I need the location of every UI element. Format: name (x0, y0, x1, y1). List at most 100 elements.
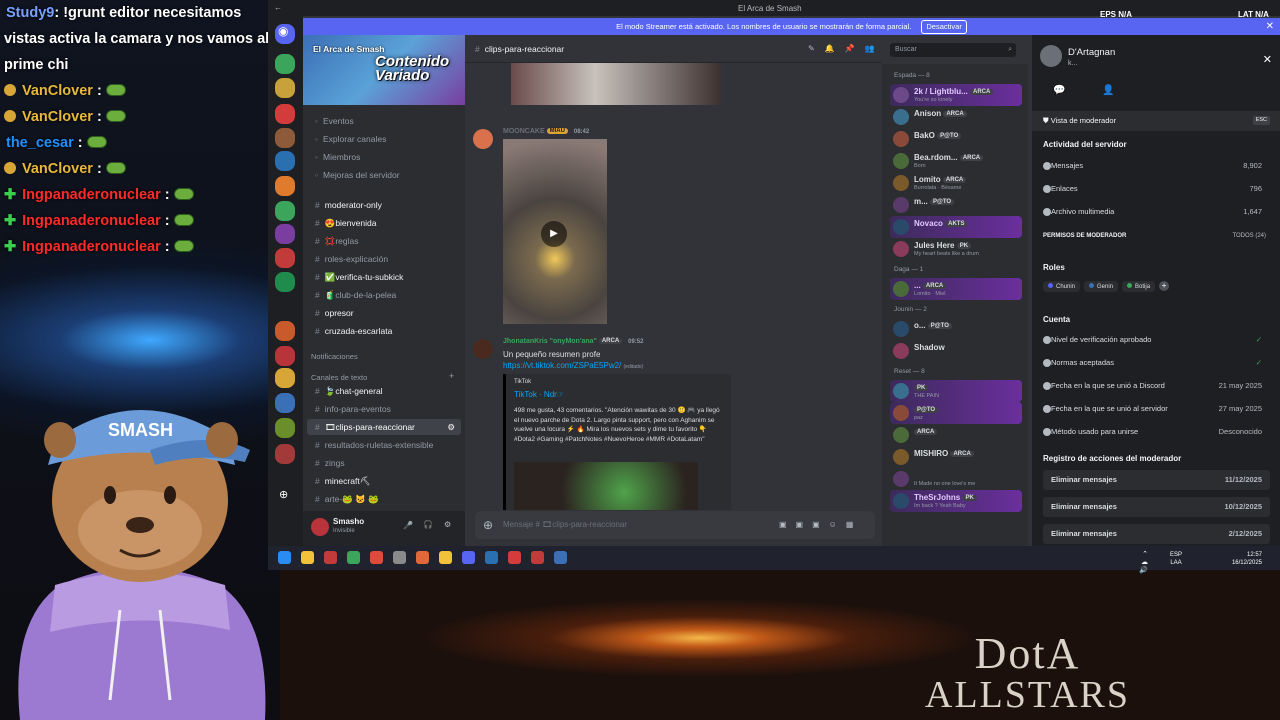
log-row[interactable]: Eliminar mensajes 10/12/2025 (1043, 497, 1270, 517)
media-player-icon[interactable] (347, 551, 360, 564)
avatar[interactable] (893, 219, 909, 235)
server-icon[interactable] (275, 176, 295, 196)
message-link[interactable]: https://vt.tiktok.com/ZSPaE5Pw2/ (503, 361, 621, 370)
app-icon[interactable] (324, 551, 337, 564)
server-icon[interactable] (275, 296, 295, 316)
message-bubble-icon[interactable]: 💬 (1053, 85, 1065, 96)
account-row[interactable]: Método usado para unirse Desconocido (1043, 422, 1270, 442)
text-channel-item[interactable]: # 🍃chat-general (307, 383, 461, 399)
log-row[interactable]: Eliminar mensajes 2/12/2025 (1043, 524, 1270, 544)
account-row[interactable]: Normas aceptadas ✓ (1043, 353, 1270, 373)
language-indicator[interactable]: ESP LAA (1170, 551, 1182, 567)
text-channels-category[interactable]: Canales de texto (311, 373, 367, 382)
avatar[interactable] (893, 153, 909, 169)
server-icon[interactable] (275, 128, 295, 148)
avatar[interactable] (893, 241, 909, 257)
text-channel-item[interactable]: # 🎞clips-para-reaccionar ⚙ (307, 419, 461, 435)
text-channel-item[interactable]: # arte-🐸 🐱 🐸 (307, 491, 461, 507)
avatar[interactable] (893, 343, 909, 359)
server-icon[interactable] (275, 104, 295, 124)
start-icon[interactable] (278, 551, 291, 564)
discord-icon[interactable] (462, 551, 475, 564)
search-input[interactable]: Buscar ⌕ (890, 43, 1016, 57)
account-row[interactable]: Fecha en la que se unió al servidor 27 ma… (1043, 399, 1270, 419)
channel-item[interactable]: # cruzada-escarlata (307, 323, 461, 339)
message-author[interactable]: MOONCAKE (503, 128, 545, 135)
app-icon[interactable] (508, 551, 521, 564)
avatar[interactable] (893, 427, 909, 443)
close-icon[interactable]: ✕ (1263, 53, 1272, 66)
member-row[interactable]: Anison ARCA (890, 106, 1022, 128)
avatar[interactable] (473, 339, 493, 359)
message-composer[interactable]: ⊕ Mensaje # 🎞clips-para-reaccionar ▣▣▣☺▦ (475, 511, 875, 539)
server-icon[interactable] (275, 151, 295, 171)
nav-item-2[interactable]: ◦ Miembros (307, 149, 461, 165)
nav-item-0[interactable]: ◦ Eventos (307, 113, 461, 129)
channel-item[interactable]: # moderator-only (307, 197, 461, 213)
member-row[interactable]: 2k / Lightblu... ARCA You're so lonely (890, 84, 1022, 106)
embed-thumbnail[interactable] (514, 462, 698, 510)
previous-video-thumbnail[interactable] (511, 63, 721, 105)
deactivate-button[interactable]: Desactivar (921, 20, 967, 34)
close-banner-icon[interactable]: ✕ (1266, 18, 1274, 35)
member-row[interactable]: P@TO paz (890, 402, 1022, 424)
avatar[interactable] (311, 518, 329, 536)
chrome-icon[interactable] (439, 551, 452, 564)
brave-icon[interactable] (416, 551, 429, 564)
server-icon[interactable] (275, 78, 295, 98)
video-attachment[interactable]: ▶ (503, 139, 607, 324)
server-icon[interactable] (275, 393, 295, 413)
app-icon[interactable] (485, 551, 498, 564)
account-row[interactable]: Nivel de verificación aprobado ✓ (1043, 330, 1270, 350)
member-row[interactable]: ARCA (890, 424, 1022, 446)
avatar[interactable] (473, 129, 493, 149)
avatar[interactable] (893, 321, 909, 337)
member-row[interactable]: Lomito ARCA Burrolata · Bésame (890, 172, 1022, 194)
add-attachment-icon[interactable]: ⊕ (483, 511, 493, 539)
avatar[interactable] (893, 131, 909, 147)
add-role-icon[interactable]: + (1159, 281, 1170, 291)
member-row[interactable]: Bea.rdom... ARCA Born (890, 150, 1022, 172)
server-name[interactable]: El Arca de Smash (313, 44, 385, 54)
avatar[interactable] (893, 493, 909, 509)
channel-settings-icon[interactable]: ⚙ (447, 419, 455, 435)
avatar[interactable] (893, 175, 909, 191)
browser-icon[interactable] (370, 551, 383, 564)
member-row[interactable]: It Made no one love's me (890, 468, 1022, 490)
message-author[interactable]: JhonatanKris "onyMon'ana" (503, 338, 597, 345)
headphones-icon[interactable]: 🎧 (423, 520, 433, 529)
avatar[interactable] (893, 383, 909, 399)
avatar[interactable] (893, 405, 909, 421)
channel-item[interactable]: # 😍bienvenida (307, 215, 461, 231)
text-channel-item[interactable]: # info-para-eventos (307, 401, 461, 417)
server-icon[interactable] (275, 346, 295, 366)
server-icon[interactable] (275, 444, 295, 464)
clock[interactable]: 12:57 16/12/2025 (1232, 551, 1262, 567)
role-chip[interactable]: Chunin (1043, 281, 1081, 292)
avatar[interactable] (893, 197, 909, 213)
steam-icon[interactable] (554, 551, 567, 564)
moderator-view-row[interactable]: ⛊ Vista de moderador ESC (1032, 111, 1280, 131)
member-row[interactable]: PK THE PAIN (890, 380, 1022, 402)
log-row[interactable]: Eliminar mensajes 11/12/2025 (1043, 470, 1270, 490)
server-icon[interactable] (275, 272, 295, 292)
channel-item[interactable]: # ✅verifica-tu-subkick (307, 269, 461, 285)
avatar[interactable] (893, 281, 909, 297)
add-server-icon[interactable]: ⊕ (279, 488, 288, 501)
embed-title[interactable]: TikTok · Ndr☞ (514, 390, 564, 399)
avatar[interactable] (893, 449, 909, 465)
app-icon[interactable] (393, 551, 406, 564)
settings-gear-icon[interactable]: ⚙ (444, 520, 451, 529)
server-icon[interactable] (275, 321, 295, 341)
member-row[interactable]: Shadow (890, 340, 1022, 362)
channel-item[interactable]: # opresor (307, 305, 461, 321)
account-row[interactable]: Fecha en la que se unió a Discord 21 may … (1043, 376, 1270, 396)
app-icon[interactable] (531, 551, 544, 564)
server-banner[interactable]: El Arca de Smash Contenido Variado (303, 35, 465, 105)
microphone-icon[interactable]: 🎤 (403, 521, 413, 530)
back-arrow-icon[interactable]: ← (274, 3, 282, 12)
server-icon[interactable] (275, 248, 295, 268)
header-toolbar-icons[interactable]: ✎🔔📌👥 (808, 44, 885, 53)
nav-item-3[interactable]: ◦ Mejoras del servidor (307, 167, 461, 183)
member-row[interactable]: MISHIRO ARCA (890, 446, 1022, 468)
